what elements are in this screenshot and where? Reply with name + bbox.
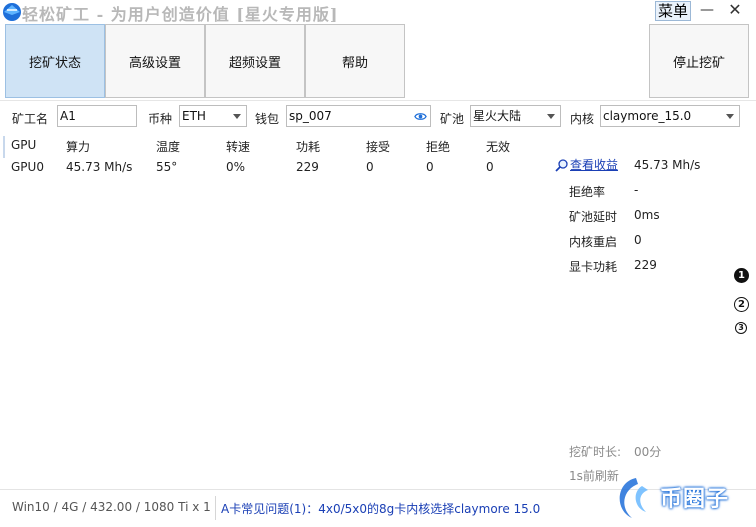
kernel-select[interactable]: claymore_15.0 [600,105,740,127]
table-cell: 45.73 Mh/s [66,160,133,174]
tab-advanced-settings[interactable]: 高级设置 [105,24,205,98]
table-cell: 0 [486,160,494,174]
stat-label: 内核重启 [569,235,618,249]
column-header: 转速 [226,140,251,154]
table-cell: 0 [426,160,434,174]
menu-button[interactable]: 菜单 [655,1,691,21]
column-header: GPU [11,138,37,152]
news-link[interactable]: A卡常见问题(1)：4x0/5x0的8g卡内核选择claymore 15.0 [221,500,540,517]
stat-value: 229 [634,258,657,272]
system-info: Win10 / 4G / 432.00 / 1080 Ti x 1 [12,500,211,514]
stat-value: - [634,183,639,197]
stat-label: 拒绝率 [569,185,606,199]
hashrate-value: 45.73 Mh/s [634,158,701,172]
column-header: 接受 [366,140,391,154]
table-cell: 229 [296,160,319,174]
stat-value: 0 [634,233,642,247]
page-2-button[interactable]: 2 [734,297,749,312]
coin-select-value: ETH [182,109,206,123]
stat-label: 显卡功耗 [569,260,618,274]
chevron-down-icon [726,114,734,119]
divider [0,100,756,101]
coin-select[interactable]: ETH [179,105,247,127]
divider [215,496,216,520]
close-button[interactable]: ✕ [726,2,744,20]
wallet-value: sp_007 [289,109,332,123]
tab-overclock-settings[interactable]: 超频设置 [205,24,305,98]
table-cell: GPU0 [11,160,44,174]
column-header: 算力 [66,140,91,154]
title-bar: 轻松矿工 - 为用户创造价值 [星火专用版] 菜单 — ✕ [0,0,756,24]
kernel-label: 内核 [570,112,595,126]
eye-icon[interactable] [414,110,427,123]
stat-value: 0ms [634,208,660,222]
view-earnings-label: 查看收益 [570,158,619,172]
column-header: 功耗 [296,140,321,154]
minimize-button[interactable]: — [700,2,714,20]
coin-label: 币种 [148,112,173,126]
column-header: 无效 [486,140,511,154]
stop-mining-button[interactable]: 停止挖矿 [649,24,749,98]
chevron-down-icon [547,114,555,119]
worker-label: 矿工名 [12,112,49,126]
pool-select[interactable]: 星火大陆 [470,105,561,127]
page-1-button[interactable]: 1 [734,268,749,283]
column-header: 拒绝 [426,140,451,154]
column-header: 温度 [156,140,181,154]
view-earnings-link[interactable]: 查看收益 [555,156,618,173]
pool-label: 矿池 [440,112,465,126]
magnifier-icon [555,158,568,172]
window-title: 轻松矿工 - 为用户创造价值 [星火专用版] [22,5,339,24]
pool-select-value: 星火大陆 [473,109,522,123]
table-cell: 0% [226,160,246,174]
wallet-label: 钱包 [255,112,280,126]
wallet-input[interactable]: sp_007 [286,105,431,127]
worker-name-input[interactable]: A1 [57,105,137,127]
tab-help[interactable]: 帮助 [305,24,405,98]
tab-mining-status[interactable]: 挖矿状态 [5,24,105,98]
mining-time-value: 00分 [634,445,662,459]
row-indicator [3,136,5,158]
app-logo-icon [3,3,21,21]
stat-label: 矿池延时 [569,210,618,224]
table-cell: 0 [366,160,374,174]
kernel-select-value: claymore_15.0 [603,109,692,123]
table-cell: 55° [156,160,178,174]
chevron-down-icon [233,114,241,119]
watermark-text: 币圈子 [660,486,730,512]
page-3-button[interactable]: 3 [735,322,747,334]
mining-time-label: 挖矿时长: [569,445,622,459]
